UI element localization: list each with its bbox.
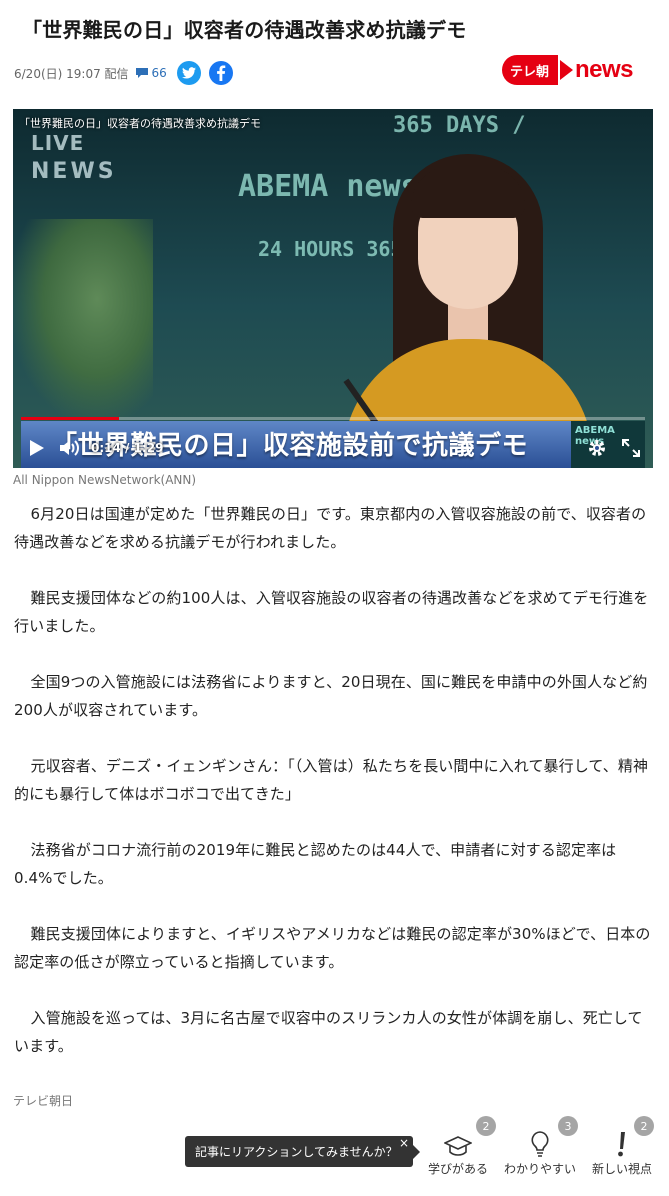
video-caption: 「世界難民の日」収容者の待遇改善求め抗議デモ xyxy=(19,117,261,130)
reaction-count-badge: 2 xyxy=(634,1116,654,1136)
settings-gear-icon[interactable] xyxy=(587,438,607,458)
reaction-count-badge: 3 xyxy=(558,1116,578,1136)
reaction-prompt-text: 記事にリアクションしてみませんか？ xyxy=(195,1145,398,1159)
logo-arrow-icon xyxy=(559,60,573,80)
anchor-bangs xyxy=(411,166,525,218)
article-paragraph: 入管施設を巡っては、3月に名古屋で収容中のスリランカ人の女性が体調を崩し、死亡し… xyxy=(14,1009,643,1055)
reaction-new-view-button[interactable]: 2 新しい視点 xyxy=(582,1116,662,1177)
live-news-logo: LIVE NEWS xyxy=(31,131,117,184)
reaction-count-badge: 2 xyxy=(476,1116,496,1136)
video-progress-fill xyxy=(21,417,119,420)
reaction-clear-button[interactable]: 3 わかりやすい xyxy=(500,1116,580,1177)
logo-badge: テレ朝 xyxy=(501,55,558,85)
reaction-label: 学びがある xyxy=(427,1162,488,1176)
live-logo-sub: NEWS xyxy=(31,159,117,184)
twitter-share-button[interactable] xyxy=(176,61,201,85)
article-paragraph: 法務省がコロナ流行前の2019年に難民と認めたのは44人で、申請者に対する認定率… xyxy=(14,841,617,887)
lightbulb-icon xyxy=(531,1131,549,1157)
article-body: 6月20日は国連が定めた「世界難民の日」です。東京都内の入管収容施設の前で、収容… xyxy=(14,500,654,1088)
reaction-learn-button[interactable]: 2 学びがある xyxy=(418,1116,498,1177)
publish-date: 6/20(日) 19:07 配信 xyxy=(14,66,129,81)
tv-asahi-news-logo[interactable]: テレ朝 news xyxy=(501,55,634,85)
video-plant-decor xyxy=(13,219,153,419)
logo-text: news xyxy=(574,56,634,83)
twitter-icon xyxy=(181,67,196,79)
article-meta: 6/20(日) 19:07 配信 66 xyxy=(14,60,241,86)
comment-icon xyxy=(135,68,148,78)
facebook-share-button[interactable] xyxy=(208,61,233,85)
reaction-label: 新しい視点 xyxy=(591,1162,652,1176)
video-controls-right xyxy=(587,438,641,458)
facebook-icon xyxy=(216,65,226,81)
video-time: 0:14 / 1:29 xyxy=(91,441,164,455)
reaction-label: わかりやすい xyxy=(503,1162,576,1176)
fullscreen-icon[interactable] xyxy=(621,438,641,458)
comment-link[interactable]: 66 xyxy=(135,66,167,80)
play-icon[interactable] xyxy=(29,439,45,457)
close-icon[interactable]: × xyxy=(399,1136,409,1150)
article-paragraph: 元収容者、デニズ・イェンギンさん：「（入管は）私たちを長い間中に入れて暴行して、… xyxy=(14,757,649,803)
live-logo-text: LIVE xyxy=(31,131,85,155)
video-bg-sign-1: 365 DAYS / xyxy=(393,113,526,138)
reaction-prompt-tooltip: 記事にリアクションしてみませんか？ × xyxy=(185,1136,420,1167)
video-credit: All Nippon NewsNetwork(ANN) xyxy=(13,473,197,487)
comment-count: 66 xyxy=(151,66,167,80)
volume-icon[interactable] xyxy=(59,439,81,457)
article-title: 「世界難民の日」収容者の待遇改善求め抗議デモ xyxy=(22,18,467,42)
article-paragraph: 難民支援団体によりますと、イギリスやアメリカなどは難民の認定率が30%ほどで、日… xyxy=(14,925,651,971)
article-paragraph: 全国9つの入管施設には法務省によりますと、20日現在、国に難民を申請中の外国人な… xyxy=(14,673,648,719)
graduation-cap-icon xyxy=(444,1136,472,1156)
video-controls: 0:14 / 1:29 xyxy=(13,428,653,468)
article-paragraph: 6月20日は国連が定めた「世界難民の日」です。東京都内の入管収容施設の前で、収容… xyxy=(14,505,647,551)
article-paragraph: 難民支援団体などの約100人は、入管収容施設の収容者の待遇改善などを求めてデモ行… xyxy=(14,589,649,635)
news-anchor xyxy=(333,154,603,468)
video-progress-bar[interactable] xyxy=(21,417,645,420)
article-source: テレビ朝日 xyxy=(13,1094,74,1108)
exclamation-icon xyxy=(618,1132,625,1157)
video-player[interactable]: 365 DAYS / ABEMA news / 24 HOURS 365 DAY… xyxy=(13,109,653,468)
